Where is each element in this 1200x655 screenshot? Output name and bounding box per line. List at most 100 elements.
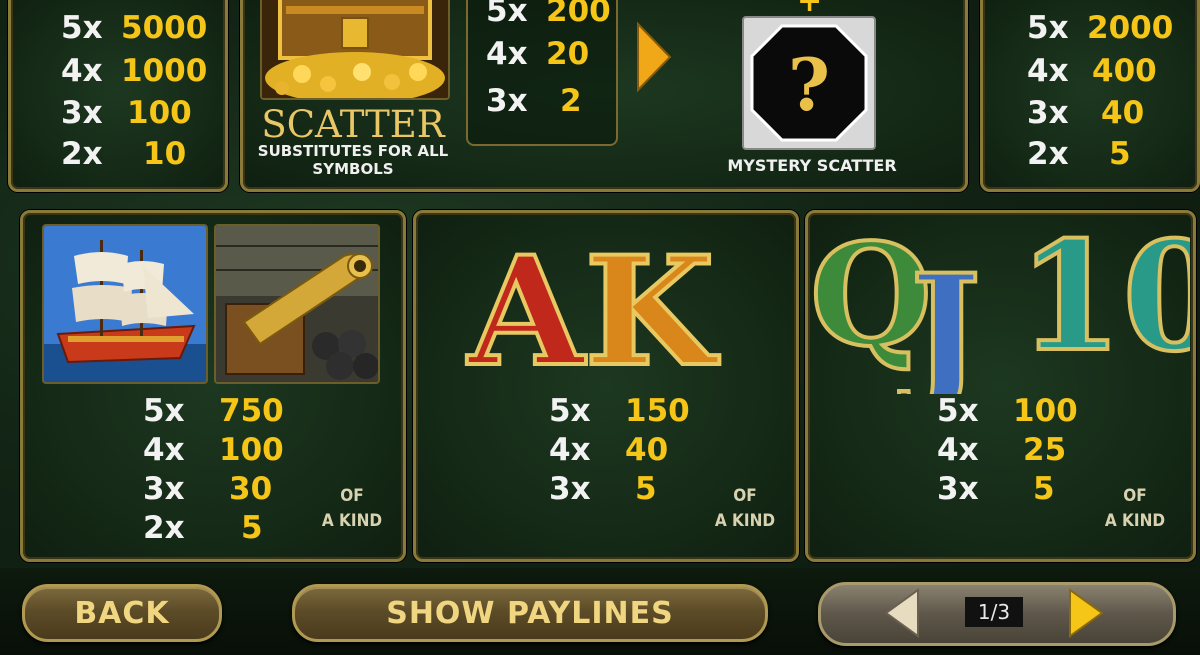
pay-row: 4x 100	[143, 435, 284, 466]
letter-k-glyph: K	[584, 226, 719, 376]
pay-row: 4x 40	[549, 435, 668, 466]
mystery-scatter-symbol: ?	[742, 16, 876, 150]
pay-row: 2x 5	[1027, 139, 1131, 170]
show-paylines-button[interactable]: SHOW PAYLINES	[292, 584, 768, 642]
scatter-description-line2: SYMBOLS	[312, 160, 394, 178]
of-a-kind-label: OF A KIND	[312, 484, 392, 533]
pay-row: 3x 40	[1027, 98, 1144, 129]
pay-row: 3x 5	[549, 474, 657, 505]
cannon-symbol	[214, 224, 380, 384]
a-kind-text: A KIND	[1104, 510, 1166, 531]
pirate-ship-icon	[44, 226, 206, 382]
treasure-chest-symbol	[260, 0, 450, 100]
of-text: OF	[340, 486, 364, 506]
pay-row: 4x 1000	[61, 56, 207, 87]
paytable-panel-top-right: 5x 2000 4x 400 3x 40 2x 5	[980, 0, 1200, 192]
payout: 10	[143, 136, 187, 172]
multiplier: 4x	[486, 36, 528, 72]
pay-row: 4x 25	[937, 435, 1066, 466]
multiplier: 4x	[937, 432, 979, 468]
pay-row: 3x 30	[143, 474, 272, 505]
payout: 40	[625, 432, 669, 468]
multiplier: 5x	[549, 393, 591, 429]
a-kind-text: A KIND	[714, 510, 776, 531]
payout: 40	[1101, 95, 1145, 131]
payout: 200	[546, 0, 611, 29]
pay-row: 3x 2	[486, 86, 582, 117]
payout: 20	[546, 36, 590, 72]
pay-row: 2x 10	[61, 139, 186, 170]
payout: 2	[560, 83, 582, 119]
payout: 5000	[121, 10, 208, 46]
payout: 5	[635, 471, 657, 507]
payout: 5	[241, 510, 263, 546]
ak-letters-symbol: AK	[464, 226, 721, 376]
prev-page-arrow-icon[interactable]	[884, 588, 920, 638]
payout: 100	[127, 95, 192, 131]
payout: 30	[229, 471, 273, 507]
pay-row: 5x 750	[143, 396, 284, 427]
pay-row: 5x 150	[549, 396, 690, 427]
multiplier: 4x	[61, 53, 103, 89]
multiplier: 4x	[549, 432, 591, 468]
payout: 25	[1023, 432, 1067, 468]
payout: 750	[219, 393, 284, 429]
multiplier: 5x	[937, 393, 979, 429]
multiplier: 3x	[1027, 95, 1069, 131]
number-ten: 10	[1018, 214, 1190, 385]
multiplier: 3x	[143, 471, 185, 507]
of-a-kind-label: OF A KIND	[1095, 484, 1175, 533]
multiplier: 3x	[937, 471, 979, 507]
pay-row: 4x 20	[486, 39, 589, 70]
treasure-chest-icon	[262, 0, 448, 98]
pay-row: 5x 200	[486, 0, 611, 27]
multiplier: 2x	[1027, 136, 1069, 172]
payout: 100	[1013, 393, 1078, 429]
pay-row: 5x 5000	[61, 13, 207, 44]
next-page-arrow-icon[interactable]	[1068, 588, 1104, 638]
arrow-right-icon	[637, 22, 672, 92]
payout: 150	[625, 393, 690, 429]
of-text: OF	[733, 486, 757, 506]
multiplier: 4x	[1027, 53, 1069, 89]
pay-row: 2x 5	[143, 513, 263, 544]
multiplier: 5x	[486, 0, 528, 29]
payout: 400	[1092, 53, 1157, 89]
ship-symbol	[42, 224, 208, 384]
scatter-title: SCATTER	[261, 103, 445, 146]
page-indicator: 1/3	[965, 597, 1023, 627]
mystery-scatter-label: MYSTERY SCATTER	[727, 156, 897, 175]
payout: 2000	[1087, 10, 1174, 46]
pay-row: 3x 100	[61, 98, 192, 129]
payout: 5	[1109, 136, 1131, 172]
payout: 100	[219, 432, 284, 468]
scatter-description-line1: SUBSTITUTES FOR ALL	[257, 142, 449, 160]
multiplier: 2x	[143, 510, 185, 546]
multiplier: 4x	[143, 432, 185, 468]
letter-a-glyph: A	[466, 226, 587, 376]
of-a-kind-label: OF A KIND	[705, 484, 785, 533]
pay-row: 3x 5	[937, 474, 1055, 505]
multiplier: 5x	[1027, 10, 1069, 46]
of-text: OF	[1123, 486, 1147, 506]
qj10-letters-symbol: Q J 10	[810, 214, 1190, 394]
cannon-icon	[216, 226, 378, 382]
pay-row: 5x 100	[937, 396, 1078, 427]
multiplier: 2x	[61, 136, 103, 172]
multiplier: 5x	[143, 393, 185, 429]
letter-j: J	[899, 242, 981, 394]
a-kind-text: A KIND	[321, 510, 383, 531]
svg-text:?: ?	[788, 42, 830, 127]
question-mark-icon: ?	[750, 24, 868, 142]
letter-a: AK	[466, 226, 719, 376]
multiplier: 3x	[549, 471, 591, 507]
back-button[interactable]: BACK	[22, 584, 222, 642]
payout: 5	[1033, 471, 1055, 507]
paytable-panel-top-left: 5x 5000 4x 1000 3x 100 2x 10	[8, 0, 228, 192]
multiplier: 5x	[61, 10, 103, 46]
multiplier: 3x	[61, 95, 103, 131]
payout: 1000	[121, 53, 208, 89]
pay-row: 5x 2000	[1027, 13, 1173, 44]
multiplier: 3x	[486, 83, 528, 119]
pay-row: 4x 400	[1027, 56, 1157, 87]
